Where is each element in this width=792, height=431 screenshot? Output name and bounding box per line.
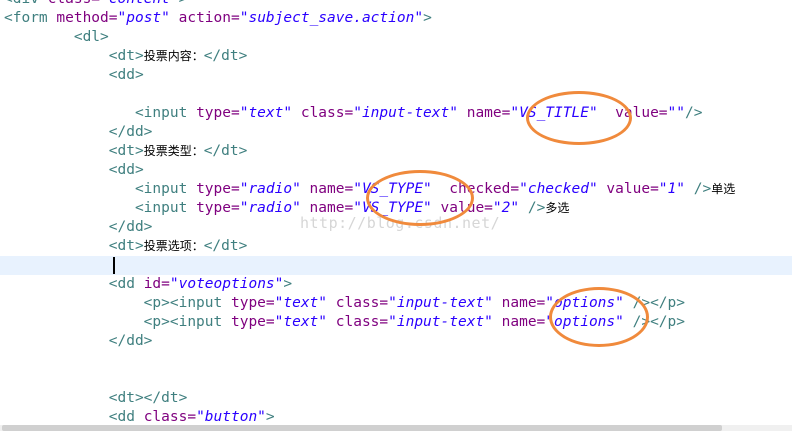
code-token: <dd <box>4 409 144 425</box>
code-token: class= <box>143 409 197 425</box>
code-line[interactable]: <input type="text" class="input-text" na… <box>0 104 792 123</box>
code-token: name= <box>457 105 511 121</box>
horizontal-scrollbar[interactable] <box>0 425 792 431</box>
code-line[interactable]: <form method="post" action="subject_save… <box>0 9 792 28</box>
code-token: "button" <box>196 409 266 425</box>
code-token: "text" <box>274 295 328 311</box>
code-token: "input-text" <box>388 295 493 311</box>
code-token: > <box>423 10 432 26</box>
code-token: "1" <box>658 181 685 197</box>
code-token: > <box>179 0 188 7</box>
code-line[interactable]: <dl> <box>0 28 792 47</box>
code-token: </dt> <box>203 48 248 64</box>
code-line[interactable] <box>0 370 792 389</box>
code-token: <dt> <box>4 238 144 254</box>
code-token: "text" <box>274 314 328 330</box>
code-line[interactable]: </dd> <box>0 332 792 351</box>
code-token: /> <box>685 105 703 121</box>
code-line[interactable]: <div class="content"> <box>0 0 792 9</box>
code-token: action= <box>169 10 240 26</box>
code-line[interactable]: <dd id="voteoptions"> <box>0 275 792 294</box>
code-token: type= <box>196 181 240 197</box>
code-token: <dt> <box>4 143 144 159</box>
scrollbar-thumb[interactable] <box>2 425 722 431</box>
code-token: name= <box>492 314 546 330</box>
code-token: 单选 <box>711 182 736 196</box>
code-token: method= <box>56 10 118 26</box>
code-token: class= <box>292 105 354 121</box>
code-token: <dd> <box>4 162 144 178</box>
code-token: <input <box>4 200 197 216</box>
code-token: "voteoptions" <box>169 276 284 292</box>
code-token: "input-text" <box>388 314 493 330</box>
code-line[interactable] <box>0 85 792 104</box>
code-line[interactable] <box>0 256 792 275</box>
code-token: </dt> <box>203 143 248 159</box>
code-token: <p><input <box>4 295 231 311</box>
code-token: <input <box>4 181 197 197</box>
code-token: value= <box>597 181 659 197</box>
code-line[interactable]: <p><input type="text" class="input-text"… <box>0 294 792 313</box>
code-token: </dd> <box>4 219 153 235</box>
code-token: 投票选项： <box>143 239 204 253</box>
code-token: "post" <box>117 10 170 26</box>
code-line[interactable]: <dt>投票内容：</dt> <box>0 47 792 66</box>
code-line[interactable]: <dt></dt> <box>0 389 792 408</box>
code-token: 多选 <box>545 201 570 215</box>
code-token: </dd> <box>4 333 153 349</box>
code-line[interactable]: </dd> <box>0 123 792 142</box>
code-line[interactable]: <dd> <box>0 66 792 85</box>
code-token: <dt></dt> <box>4 390 188 406</box>
code-token: class= <box>48 0 100 7</box>
code-token: id= <box>143 276 170 292</box>
code-token: class= <box>327 295 389 311</box>
code-token: "input-text" <box>353 105 458 121</box>
code-token: <p><input <box>4 314 231 330</box>
code-token: <dt> <box>4 48 144 64</box>
code-token: <form <box>4 10 57 26</box>
code-token: > <box>265 409 275 425</box>
code-token: type= <box>230 295 275 311</box>
code-token: name= <box>300 181 354 197</box>
code-token: <div <box>4 0 48 7</box>
code-token: > <box>283 276 293 292</box>
code-token: </dd> <box>4 124 153 140</box>
code-token: type= <box>196 105 240 121</box>
code-token: type= <box>230 314 275 330</box>
code-token: "radio" <box>239 200 301 216</box>
code-token: class= <box>327 314 389 330</box>
code-token: /> <box>519 200 546 216</box>
code-token: "" <box>667 105 685 121</box>
code-token: <dd> <box>4 67 144 83</box>
code-editor[interactable]: <div class="content"><form method="post"… <box>0 0 792 431</box>
code-token: "text" <box>239 105 293 121</box>
code-token: name= <box>492 295 546 311</box>
code-token: <dl> <box>4 29 109 45</box>
code-token: <dd <box>4 276 144 292</box>
code-line[interactable]: <dt>投票类型：</dt> <box>0 142 792 161</box>
highlight-circle-options <box>549 287 649 347</box>
code-line[interactable] <box>0 351 792 370</box>
code-token: "radio" <box>239 181 301 197</box>
code-token: </dt> <box>203 238 248 254</box>
code-token: 投票类型： <box>143 144 204 158</box>
code-line[interactable]: <dt>投票选项：</dt> <box>0 237 792 256</box>
highlight-circle-vs-type <box>366 170 474 226</box>
text-cursor <box>113 257 115 274</box>
code-token: <input <box>4 105 197 121</box>
code-token: type= <box>196 200 240 216</box>
code-token: 投票内容： <box>143 49 204 63</box>
code-token: "checked" <box>519 181 598 197</box>
highlight-circle-vs-title <box>526 91 632 145</box>
code-token: "content" <box>100 0 179 7</box>
code-line[interactable]: <p><input type="text" class="input-text"… <box>0 313 792 332</box>
code-token: "subject_save.action" <box>239 10 424 26</box>
code-token: /> <box>685 181 712 197</box>
